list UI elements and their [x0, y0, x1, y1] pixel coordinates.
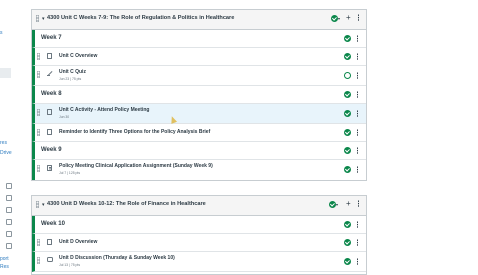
- drag-handle-icon[interactable]: [36, 201, 39, 208]
- cog-circle-icon[interactable]: [344, 72, 351, 79]
- item-meta: Jun 23 | 75 pts: [59, 77, 82, 81]
- week-header: Week 10: [32, 216, 366, 234]
- check-circle-icon[interactable]: [344, 110, 351, 117]
- chevron-down-icon[interactable]: ▾: [336, 202, 338, 207]
- sidebar-link-fragment[interactable]: res: [0, 140, 7, 146]
- kebab-icon[interactable]: [357, 72, 359, 79]
- drag-handle-icon[interactable]: [37, 53, 40, 60]
- kebab-icon[interactable]: [357, 239, 359, 246]
- module-item[interactable]: Reminder to Identify Three Options for t…: [32, 124, 366, 142]
- kebab-icon[interactable]: [357, 258, 359, 265]
- week-header: Week 9: [32, 142, 366, 160]
- check-circle-icon[interactable]: [344, 129, 351, 136]
- item-title[interactable]: Unit C Activity - Attend Policy Meeting: [59, 107, 149, 113]
- check-circle-icon[interactable]: [331, 15, 338, 22]
- module-item[interactable]: Unit C Overview: [32, 48, 366, 66]
- item-meta: Jun 30: [59, 115, 70, 119]
- drag-handle-icon[interactable]: [37, 239, 40, 246]
- check-circle-icon[interactable]: [344, 239, 351, 246]
- drag-handle-icon[interactable]: [36, 15, 39, 22]
- kebab-icon[interactable]: [357, 129, 359, 136]
- sidebar-link-fragment[interactable]: port: [0, 256, 9, 262]
- drag-handle-icon[interactable]: [37, 71, 40, 78]
- discussion-icon: [47, 257, 53, 262]
- week-title: Week 7: [41, 35, 62, 41]
- kebab-icon[interactable]: [357, 91, 359, 98]
- sidebar-link-fragment[interactable]: Res: [0, 264, 9, 270]
- kebab-icon[interactable]: [357, 53, 359, 60]
- drag-handle-icon[interactable]: [37, 129, 40, 136]
- module-header[interactable]: ▾ 4300 Unit D Weeks 10-12: The Role of F…: [32, 196, 366, 216]
- course-nav-sidebar: s res Drive port Res: [0, 0, 12, 270]
- item-meta: Jul 13 | 75 pts: [59, 263, 81, 267]
- chevron-down-icon[interactable]: ▾: [338, 16, 340, 21]
- check-circle-icon[interactable]: [344, 166, 351, 173]
- kebab-icon[interactable]: [357, 35, 359, 42]
- item-meta: Jul 7 | 125 pts: [59, 171, 81, 175]
- check-circle-icon[interactable]: [344, 147, 351, 154]
- kebab-icon[interactable]: [357, 147, 359, 154]
- collapse-caret-icon[interactable]: ▾: [42, 202, 45, 208]
- week-title: Week 9: [41, 147, 62, 153]
- check-circle-icon[interactable]: [344, 258, 351, 265]
- week-title: Week 10: [41, 221, 65, 227]
- sidebar-link-fragment[interactable]: s: [0, 30, 3, 36]
- sidebar-link-fragment[interactable]: Drive: [0, 150, 12, 156]
- kebab-icon[interactable]: [357, 110, 359, 117]
- item-title[interactable]: Unit C Quiz: [59, 69, 86, 75]
- checkbox-icon[interactable]: [6, 207, 12, 213]
- kebab-icon[interactable]: [358, 14, 360, 21]
- check-circle-icon[interactable]: [344, 35, 351, 42]
- module-item[interactable]: Unit C Activity - Attend Policy Meeting …: [32, 104, 366, 124]
- week-header: Week 8: [32, 86, 366, 104]
- sidebar-selected-item[interactable]: [0, 68, 11, 78]
- module-header[interactable]: ▾ 4300 Unit C Weeks 7-9: The Role of Reg…: [32, 10, 366, 30]
- add-item-button[interactable]: +: [346, 199, 351, 208]
- check-circle-icon[interactable]: [329, 201, 336, 208]
- item-title[interactable]: Reminder to Identify Three Options for t…: [59, 129, 210, 135]
- drag-handle-icon[interactable]: [37, 165, 40, 172]
- collapse-caret-icon[interactable]: ▾: [42, 16, 45, 22]
- checkbox-icon[interactable]: [6, 219, 12, 225]
- page-icon: [47, 53, 52, 59]
- checkbox-icon[interactable]: [6, 195, 12, 201]
- module-item[interactable]: Unit D Discussion (Thursday & Sunday Wee…: [32, 252, 366, 272]
- page-icon: [47, 109, 52, 115]
- page-icon: [47, 239, 52, 245]
- item-title[interactable]: Unit D Discussion (Thursday & Sunday Wee…: [59, 255, 175, 261]
- check-circle-icon[interactable]: [344, 91, 351, 98]
- kebab-icon[interactable]: [357, 166, 359, 173]
- module-unit-c: ▾ 4300 Unit C Weeks 7-9: The Role of Reg…: [31, 9, 367, 181]
- assignment-icon: [47, 165, 52, 171]
- drag-handle-icon[interactable]: [37, 109, 40, 116]
- quiz-icon: [47, 71, 53, 77]
- module-title[interactable]: 4300 Unit D Weeks 10-12: The Role of Fin…: [47, 201, 206, 207]
- item-title[interactable]: Policy Meeting Clinical Application Assi…: [59, 163, 213, 169]
- kebab-icon[interactable]: [358, 200, 360, 207]
- item-title[interactable]: Unit D Overview: [59, 239, 97, 245]
- module-unit-d: ▾ 4300 Unit D Weeks 10-12: The Role of F…: [31, 195, 367, 275]
- module-title[interactable]: 4300 Unit C Weeks 7-9: The Role of Regul…: [47, 15, 234, 21]
- check-circle-icon[interactable]: [344, 221, 351, 228]
- module-item[interactable]: Unit D Overview: [32, 234, 366, 252]
- check-circle-icon[interactable]: [344, 53, 351, 60]
- module-item[interactable]: Policy Meeting Clinical Application Assi…: [32, 160, 366, 180]
- add-item-button[interactable]: +: [346, 13, 351, 22]
- checkbox-icon[interactable]: [6, 243, 12, 249]
- week-title: Week 8: [41, 91, 62, 97]
- item-title[interactable]: Unit C Overview: [59, 53, 97, 59]
- checkbox-icon[interactable]: [6, 231, 12, 237]
- kebab-icon[interactable]: [357, 221, 359, 228]
- module-item[interactable]: Unit C Quiz Jun 23 | 75 pts: [32, 66, 366, 86]
- drag-handle-icon[interactable]: [37, 257, 40, 264]
- checkbox-icon[interactable]: [6, 183, 12, 189]
- page-icon: [47, 129, 52, 135]
- week-header: Week 7: [32, 30, 366, 48]
